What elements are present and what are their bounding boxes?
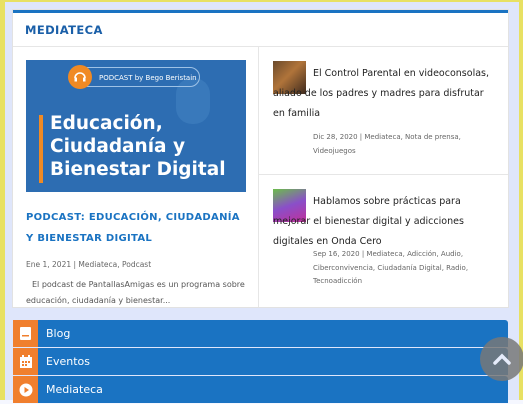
banner-line: Ciudadanía y (50, 136, 186, 157)
banner-heading: Educación, Ciudadanía y Bienestar Digita… (50, 112, 246, 181)
menu-item-label: Eventos (46, 355, 90, 368)
news-list: El Control Parental en videoconsolas, al… (259, 47, 508, 307)
menu-item-label: Mediateca (46, 383, 103, 396)
news-title-link[interactable]: Hablamos sobre prácticas para mejorar el… (273, 192, 498, 252)
featured-post: PODCAST by Bego Beristain Educación, Ciu… (13, 47, 259, 307)
calendar-icon (13, 348, 38, 375)
news-title-text[interactable]: El Control Parental en videoconsolas, al… (273, 68, 489, 119)
list-item: Hablamos sobre prácticas para mejorar el… (259, 175, 508, 307)
banner-podcast-label: PODCAST by Bego Beristain (74, 67, 200, 87)
banner-line: Bienestar Digital (50, 159, 226, 180)
news-meta: Sep 16, 2020 | Mediateca, Adicción, Audi… (313, 250, 469, 285)
scroll-to-top-button[interactable] (480, 337, 523, 381)
featured-banner-image[interactable]: PODCAST by Bego Beristain Educación, Ciu… (26, 60, 246, 192)
news-meta: Dic 28, 2020 | Mediateca, Nota de prensa… (313, 133, 461, 155)
mediateca-widget: MEDIATECA PODCAST by Bego Beristain Educ… (13, 10, 508, 307)
menu-item-eventos[interactable]: Eventos (13, 348, 508, 375)
banner-line: Educación, (50, 113, 163, 134)
featured-post-excerpt: El podcast de PantallasAmigas es un prog… (26, 277, 252, 308)
menu-item-label: Blog (46, 327, 71, 340)
featured-post-title-link[interactable]: PODCAST: EDUCACIÓN, CIUDADANÍA Y BIENEST… (26, 207, 251, 249)
headphones-icon (68, 65, 92, 89)
excerpt-text: El podcast de PantallasAmigas es un prog… (26, 280, 245, 305)
list-item: El Control Parental en videoconsolas, al… (259, 47, 508, 175)
section-menu: Blog Eventos Mediateca (13, 320, 508, 404)
menu-item-blog[interactable]: Blog (13, 320, 508, 347)
chevron-up-icon (493, 353, 511, 365)
banner-accent-bar (39, 115, 43, 183)
featured-post-meta: Ene 1, 2021 | Mediateca, Podcast (26, 260, 152, 269)
news-title-text[interactable]: Hablamos sobre prácticas para mejorar el… (273, 196, 464, 247)
widget-header: MEDIATECA (13, 13, 508, 47)
menu-item-mediateca[interactable]: Mediateca (13, 376, 508, 403)
news-title-link[interactable]: El Control Parental en videoconsolas, al… (273, 64, 498, 124)
document-icon (13, 320, 38, 347)
play-icon (13, 376, 38, 403)
widget-title: MEDIATECA (25, 22, 103, 37)
